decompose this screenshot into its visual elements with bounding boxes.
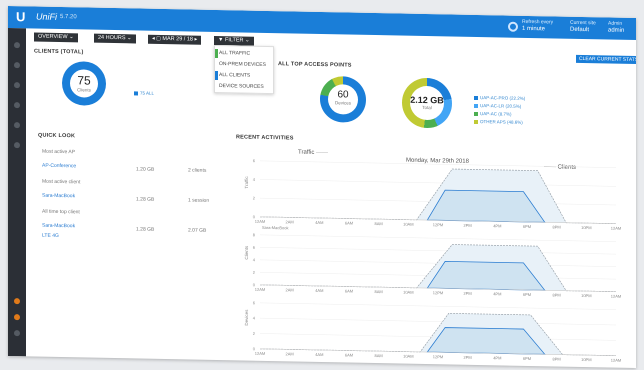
unifi-dashboard: U UniFi 5.7.20 Refresh every 1 minute Cu… [8, 6, 636, 369]
chart-x-tick: 4AM [315, 220, 323, 225]
chart-y-tick: 2 [253, 196, 256, 201]
chart-x-tick: 12AM [255, 219, 265, 224]
chart-x-tick: 12PM [433, 354, 443, 359]
chart-x-tick: 2AM [286, 351, 294, 356]
chart-x-tick: 6PM [523, 224, 531, 229]
chart-x-tick: 12AM [611, 294, 621, 299]
chart-x-tick: 10AM [403, 354, 413, 359]
chart-x-tick: 4PM [493, 223, 501, 228]
chart-x-tick: 6AM [345, 352, 353, 357]
chart-x-tick: 8PM [553, 224, 561, 229]
chart-x-tick: 2PM [464, 355, 472, 360]
chart-gridline [260, 179, 616, 187]
chart-x-tick: 12PM [433, 222, 443, 227]
chart-y-tick: 6 [253, 158, 256, 163]
chart-x-tick: 2PM [464, 291, 472, 296]
chart-x-tick: 6AM [345, 220, 353, 225]
chart-y-tick: 4 [253, 257, 256, 262]
chart-gridline [260, 302, 616, 310]
chart-x-tick: 2AM [286, 219, 294, 224]
chart-x-tick: 12AM [611, 358, 621, 363]
chart-x-tick: 12AM [255, 351, 265, 356]
chart-x-tick: 10PM [581, 357, 591, 362]
chart-x-tick: 10AM [403, 290, 413, 295]
chart-y-tick: 6 [253, 300, 256, 305]
chart-y-tick: 2 [253, 331, 256, 336]
chart-x-tick: 10AM [403, 222, 413, 227]
activity-charts[interactable]: Traffic642012AM 2AM 4AM 6AM 8AM 10AM 12PM 2PM 4P… [8, 6, 636, 368]
chart-gridline [260, 160, 616, 168]
chart-y-tick: 4 [253, 316, 256, 321]
chart-series-legend: Sara-MacBook [262, 225, 288, 231]
chart-gridline [260, 234, 616, 242]
chart-x-tick: 10PM [581, 225, 591, 230]
chart-x-tick: 2AM [286, 287, 294, 292]
chart-gridline [260, 247, 616, 255]
chart-x-tick: 10PM [581, 293, 591, 298]
chart-y-tick: 6 [253, 245, 256, 250]
chart-y-tick: 8 [253, 232, 256, 237]
chart-x-tick: 4PM [493, 355, 501, 360]
chart-x-tick: 8PM [553, 356, 561, 361]
chart-x-tick: 8AM [375, 221, 383, 226]
chart-x-tick: 8AM [375, 289, 383, 294]
chart-x-tick: 6PM [523, 292, 531, 297]
chart-x-tick: 12PM [433, 290, 443, 295]
chart-y-tick: 2 [253, 270, 256, 275]
chart-x-tick: 2PM [464, 223, 472, 228]
chart-x-tick: 6PM [523, 356, 531, 361]
chart-y-axis-label: Traffic [244, 176, 249, 189]
chart-gridline [260, 317, 616, 326]
chart-y-tick: 4 [253, 177, 256, 182]
chart-y-axis-label: Clients [244, 245, 249, 260]
chart-x-tick: 8AM [375, 353, 383, 358]
chart-y-axis-label: Devices [244, 309, 249, 326]
chart-x-tick: 8PM [553, 292, 561, 297]
chart-x-tick: 12AM [255, 287, 265, 292]
chart-x-tick: 4AM [315, 288, 323, 293]
chart-x-tick: 12AM [611, 226, 621, 231]
chart-x-tick: 6AM [345, 288, 353, 293]
chart-x-tick: 4PM [493, 291, 501, 296]
chart-x-tick: 4AM [315, 352, 323, 357]
